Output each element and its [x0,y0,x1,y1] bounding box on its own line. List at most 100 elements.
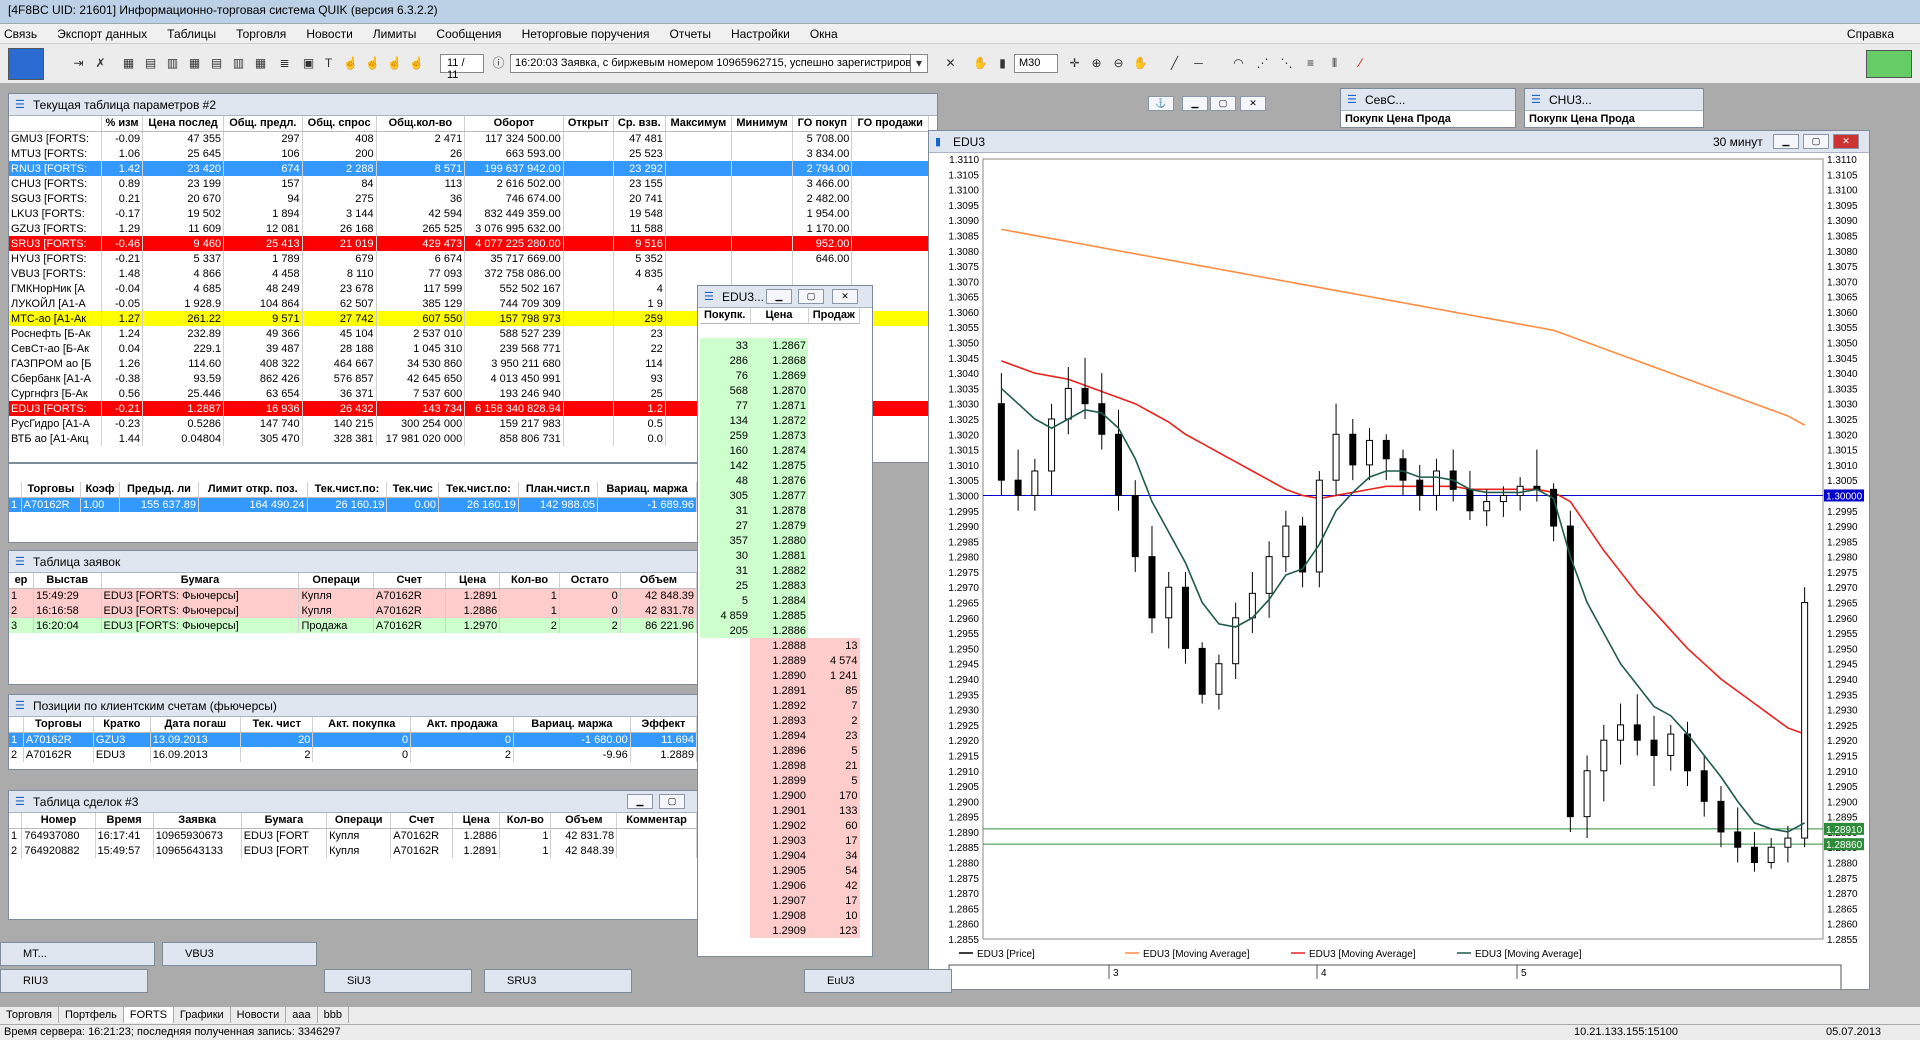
ask-row[interactable]: 1.2904 34 [700,848,860,863]
ask-row[interactable]: 1.2900 170 [700,788,860,803]
column-header[interactable] [9,717,24,733]
bid-row[interactable]: 76 1.2869 [700,368,860,383]
table-icon[interactable]: ▥ [164,54,181,72]
column-header[interactable]: Тек.чист.по: [438,482,519,498]
table-row[interactable]: 1 15:49:29 EDU3 [FORTS: Фьючерсы] Купля A701… [9,588,697,603]
text-icon[interactable]: T [320,54,337,72]
minimize-icon[interactable]: ▁ [766,289,792,304]
zoom-out-icon[interactable]: ⊖ [1110,54,1127,72]
column-header[interactable]: Предыд. ли [119,482,199,498]
column-header[interactable]: Тек.чис [386,482,440,498]
bid-row[interactable]: 31 1.2882 [700,563,860,578]
column-header[interactable] [9,482,22,498]
arc-icon[interactable]: ◠ [1230,54,1247,72]
grid-icon[interactable]: ⦀ [1326,54,1343,72]
bid-row[interactable]: 160 1.2874 [700,443,860,458]
column-header[interactable]: Общ. предл. [223,116,303,132]
column-header[interactable]: ер [9,573,34,589]
column-header[interactable]: Операци [298,573,374,589]
minimize-icon[interactable]: ▁ [1182,96,1208,111]
column-header[interactable]: ГО продажи [851,116,929,132]
bid-row[interactable]: 568 1.2870 [700,383,860,398]
ask-row[interactable]: 1.2899 5 [700,773,860,788]
ask-row[interactable]: 1.2902 60 [700,818,860,833]
menu-item[interactable]: Связь [4,27,37,41]
column-header[interactable]: Цена [445,573,501,589]
column-header[interactable]: ГО покуп [792,116,853,132]
hand-icon[interactable]: ☝ [342,54,359,72]
ask-row[interactable]: 1.2888 13 [700,638,860,653]
hline-icon[interactable]: ─ [1190,54,1207,72]
column-header[interactable]: Оборот [464,116,564,132]
tab-5[interactable]: aaa [286,1007,318,1023]
column-header[interactable] [9,116,102,132]
arrow-icon[interactable]: ⇥ [70,54,87,72]
fan-icon[interactable]: ⋰ [1254,54,1271,72]
column-header[interactable]: Счет [373,573,446,589]
table-row[interactable]: LKU3 [FORTS: -0.17 19 502 1 894 3 144 42 594 8… [9,206,929,221]
column-header[interactable]: Объем [550,813,618,829]
column-header[interactable]: Бумага [241,813,328,829]
ask-row[interactable]: 1.2907 17 [700,893,860,908]
cancel-order-icon[interactable]: ✗ [92,54,109,72]
column-header[interactable]: Лимит откр. поз. [198,482,308,498]
column-header[interactable]: Объем [620,573,697,589]
column-header[interactable]: Торговы [23,717,94,733]
column-header[interactable]: Комментар [616,813,697,829]
tab-6[interactable]: bbb [318,1007,349,1023]
ask-row[interactable]: 1.2896 5 [700,743,860,758]
column-header[interactable]: Кол-во [499,573,560,589]
menu-item[interactable]: Новости [306,27,352,41]
table-row[interactable]: GMU3 [FORTS: -0.09 47 355 297 408 2 471 117 32… [9,131,929,146]
hand-icon[interactable]: ✋ [1132,54,1149,72]
column-header[interactable]: Выстав [33,573,102,589]
list-icon[interactable]: ≣ [276,54,293,72]
column-header[interactable]: Тек. чист [240,717,314,733]
menu-item[interactable]: Окна [810,27,838,41]
column-header[interactable]: Остато [559,573,621,589]
column-header[interactable]: Вариац. маржа [513,717,631,733]
column-header[interactable]: Бумага [101,573,300,589]
column-header[interactable]: Вариац. маржа [597,482,697,498]
column-header[interactable]: Тек.чист.по: [307,482,388,498]
ask-row[interactable]: 1.2892 7 [700,698,860,713]
ask-row[interactable]: 1.2891 85 [700,683,860,698]
menu-item[interactable]: Сообщения [436,27,501,41]
ask-row[interactable]: 1.2903 17 [700,833,860,848]
column-header[interactable]: Время [95,813,154,829]
menu-item[interactable]: Лимиты [373,27,417,41]
table-row[interactable]: 1 A70162R GZU3 13.09.2013 20 0 0 -1 680.00 11.69… [9,732,697,747]
ask-row[interactable]: 1.2894 23 [700,728,860,743]
bar-chart-icon[interactable]: ▮ [994,54,1011,72]
bid-row[interactable]: 4 859 1.2885 [700,608,860,623]
close-icon[interactable]: ✕ [832,289,858,304]
table-row[interactable]: GZU3 [FORTS: 1.29 11 609 12 081 26 168 265 52… [9,221,929,236]
menu-item[interactable]: Таблицы [167,27,216,41]
crosshair-icon[interactable]: ✛ [1066,54,1083,72]
table-row[interactable]: 1 A70162R 1.00 155 637.89 164 490.24 26 160.1… [9,497,697,512]
bid-row[interactable]: 77 1.2871 [700,398,860,413]
ask-row[interactable]: 1.2893 2 [700,713,860,728]
chevron-down-icon[interactable]: ▾ [910,54,927,72]
connection-icon[interactable] [1866,50,1912,78]
minimized-window[interactable]: RIU3 [0,969,148,993]
bid-row[interactable]: 134 1.2872 [700,413,860,428]
tab-2[interactable]: FORTS [123,1007,174,1023]
table-row[interactable]: RNU3 [FORTS: 1.42 23 420 674 2 288 8 571 199 6… [9,161,929,176]
close-icon[interactable]: ✕ [1833,134,1859,149]
column-header[interactable]: Цена послед [142,116,225,132]
column-header[interactable]: Акт. покупка [312,717,412,733]
bid-row[interactable]: 357 1.2880 [700,533,860,548]
close-icon[interactable]: ✕ [942,54,959,72]
interval-select[interactable]: M30 [1014,54,1058,73]
menu-item[interactable]: Торговля [236,27,286,41]
pin-icon[interactable]: ⚓ [1148,96,1174,111]
table-row[interactable]: CHU3 [FORTS: 0.89 23 199 157 84 113 2 616 502.… [9,176,929,191]
maximize-icon[interactable]: ▢ [798,289,824,304]
column-header[interactable]: Эффект [630,717,697,733]
column-header[interactable]: Дата погаш [150,717,242,733]
table-row[interactable]: SGU3 [FORTS: 0.21 20 670 94 275 36 746 674.00 2… [9,191,929,206]
line-icon[interactable]: ╱ [1166,54,1183,72]
ask-row[interactable]: 1.2889 4 574 [700,653,860,668]
table-row[interactable]: 2 764920882 15:49:57 10965643133 EDU3 [FORT К… [9,843,697,858]
